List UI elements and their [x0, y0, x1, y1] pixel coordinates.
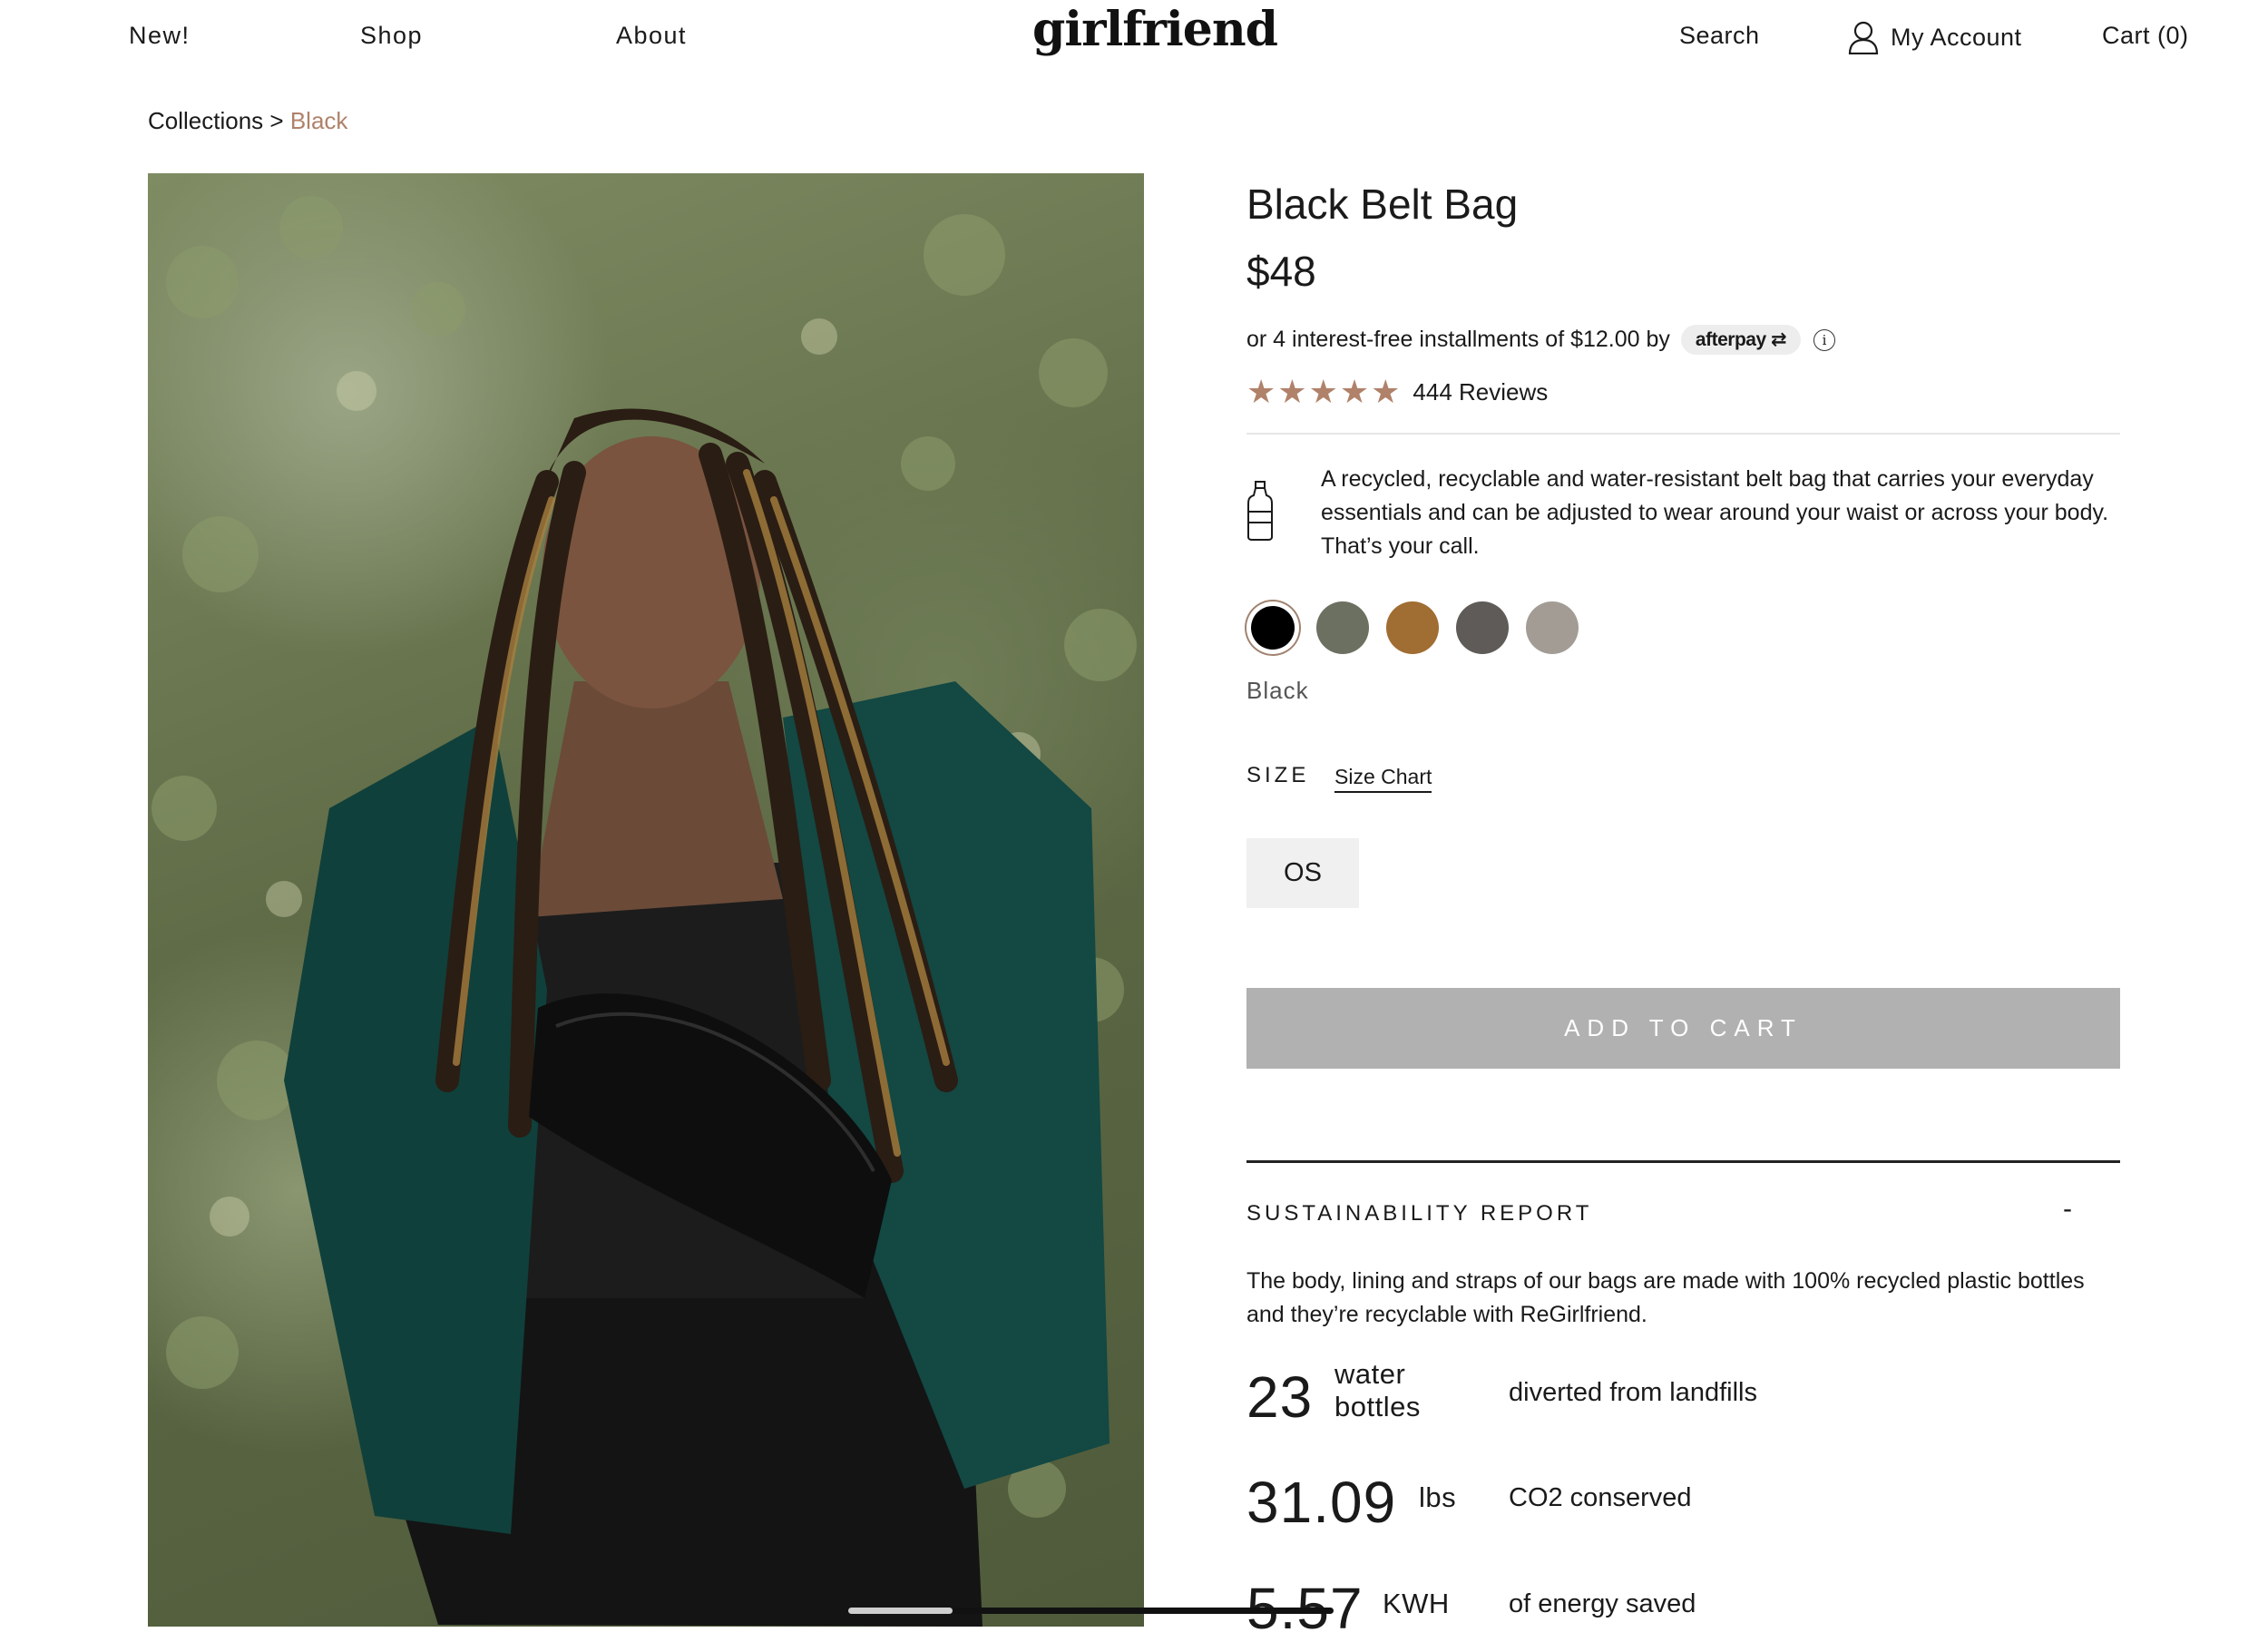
sustainability-heading[interactable]: SUSTAINABILITY REPORT	[1246, 1201, 1592, 1227]
water-bottle-icon	[1247, 481, 1273, 541]
color-swatch-2[interactable]	[1386, 601, 1439, 654]
search-link[interactable]: Search	[1679, 22, 1760, 50]
star-icon: ★	[1371, 373, 1401, 410]
stat-unit: KWH	[1383, 1588, 1450, 1619]
breadcrumb-separator: >	[269, 107, 284, 134]
size-chart-link[interactable]: Size Chart	[1334, 765, 1432, 793]
scroll-indicator[interactable]	[953, 1608, 1334, 1614]
stat-label: diverted from landfills	[1509, 1378, 1757, 1407]
nav-new[interactable]: New!	[129, 22, 191, 50]
star-icon: ★	[1246, 373, 1276, 410]
info-icon[interactable]: i	[1813, 328, 1836, 351]
color-swatch-4[interactable]	[1526, 601, 1579, 654]
product-title: Black Belt Bag	[1246, 181, 1519, 228]
afterpay-row: or 4 interest-free installments of $12.0…	[1246, 325, 1836, 355]
afterpay-label: afterpay	[1695, 329, 1766, 350]
breadcrumb-collections[interactable]: Collections	[148, 107, 263, 134]
add-to-cart-button[interactable]: ADD TO CART	[1246, 988, 2120, 1069]
divider	[1246, 433, 2120, 435]
breadcrumb: Collections > Black	[148, 107, 347, 135]
account-link[interactable]: My Account	[1847, 20, 2022, 54]
stat-water-bottles: 23 water bottles diverted from landfills	[1246, 1358, 2120, 1431]
collapse-toggle[interactable]: -	[2063, 1194, 2072, 1225]
color-swatch-3[interactable]	[1456, 601, 1509, 654]
stat-unit: water bottles	[1334, 1358, 1421, 1422]
account-label: My Account	[1891, 23, 2022, 51]
afterpay-arrows-icon: ⇄	[1770, 329, 1787, 350]
brand-logo[interactable]: girlfriend	[1032, 2, 1278, 57]
size-option-os[interactable]: OS	[1246, 838, 1359, 908]
star-icon: ★	[1308, 373, 1338, 410]
color-swatches	[1246, 601, 1596, 654]
rating-row[interactable]: ★★★★★ 444 Reviews	[1246, 376, 1548, 408]
stat-unit: lbs	[1419, 1481, 1457, 1513]
cart-link[interactable]: Cart (0)	[2102, 22, 2189, 50]
selected-color-label: Black	[1246, 677, 1309, 704]
nav-about[interactable]: About	[616, 22, 687, 50]
size-heading: SIZE	[1246, 763, 1310, 787]
product-description: A recycled, recyclable and water-resista…	[1321, 466, 2109, 559]
star-rating: ★★★★★	[1246, 376, 1402, 408]
installments-text: or 4 interest-free installments of $12.0…	[1246, 327, 1670, 352]
product-photo[interactable]	[148, 173, 1144, 1627]
stat-value: 31.09	[1246, 1470, 1397, 1535]
star-icon: ★	[1277, 373, 1307, 410]
stat-energy: 5.57 KWH of energy saved	[1246, 1569, 2120, 1642]
stat-label: of energy saved	[1509, 1589, 1696, 1618]
breadcrumb-current[interactable]: Black	[290, 107, 348, 134]
reviews-count: 444 Reviews	[1413, 377, 1549, 406]
sustainability-text: The body, lining and straps of our bags …	[1246, 1268, 2085, 1327]
nav-shop[interactable]: Shop	[360, 22, 423, 50]
divider	[1246, 1160, 2120, 1163]
stat-co2: 31.09 lbs CO2 conserved	[1246, 1463, 2120, 1536]
color-swatch-0[interactable]	[1251, 606, 1295, 650]
product-price: $48	[1246, 248, 1316, 295]
stat-value: 23	[1246, 1364, 1314, 1430]
scroll-track	[848, 1608, 953, 1614]
star-icon: ★	[1339, 373, 1370, 410]
user-icon	[1848, 21, 1879, 54]
afterpay-badge[interactable]: afterpay ⇄	[1680, 325, 1802, 355]
stat-label: CO2 conserved	[1509, 1483, 1692, 1512]
model-photo-illustration	[152, 196, 1137, 1627]
color-swatch-1[interactable]	[1316, 601, 1369, 654]
